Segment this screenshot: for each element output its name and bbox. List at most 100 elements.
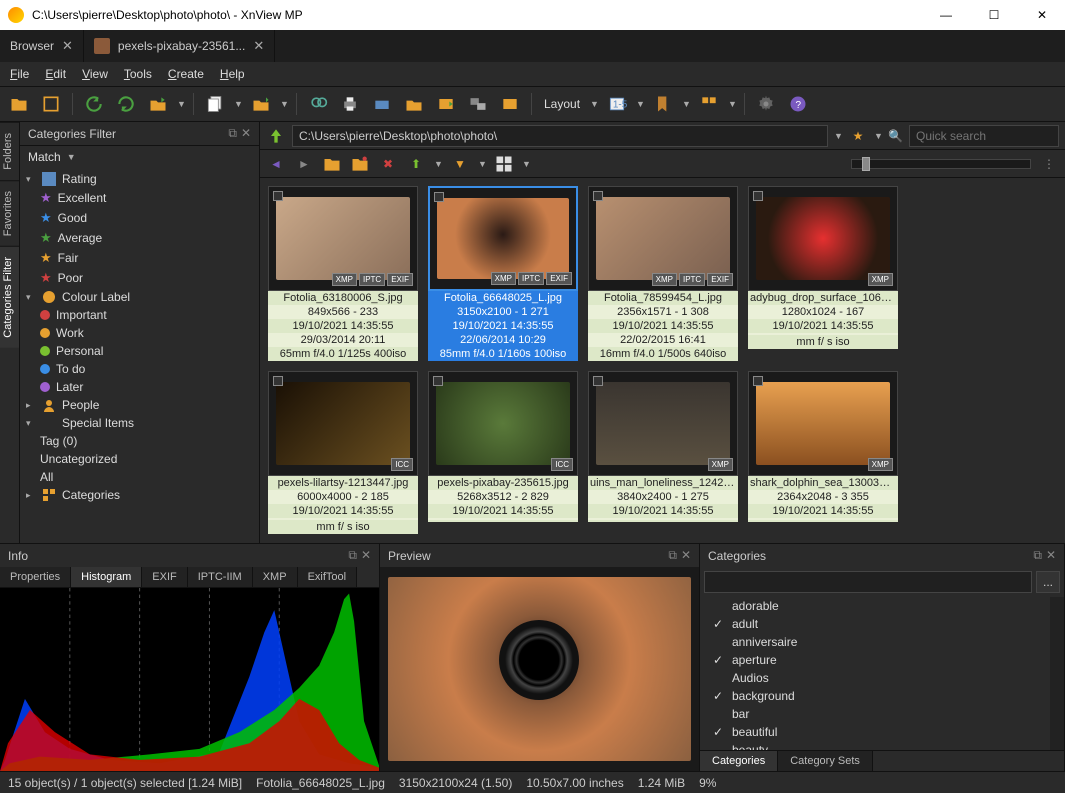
- tree-item[interactable]: Later: [20, 378, 259, 396]
- favorite-button[interactable]: ★: [848, 126, 868, 146]
- dropdown-icon[interactable]: ▼: [728, 99, 736, 109]
- tree-item[interactable]: Important: [20, 306, 259, 324]
- panel-undock-icon[interactable]: ⧉: [348, 548, 357, 563]
- panel-close-icon[interactable]: ✕: [241, 126, 251, 141]
- tree-item[interactable]: Work: [20, 324, 259, 342]
- scanner-button[interactable]: [369, 91, 395, 117]
- dropdown-icon[interactable]: ▼: [682, 99, 690, 109]
- tree-item[interactable]: ▾Colour Label: [20, 288, 259, 306]
- thumbnail-card[interactable]: XMPadybug_drop_surface_1062...1280x1024 …: [748, 186, 898, 361]
- info-tab-exif[interactable]: EXIF: [142, 567, 187, 587]
- menu-tools[interactable]: Tools: [124, 67, 152, 81]
- panel-close-icon[interactable]: ✕: [361, 548, 371, 563]
- checkbox[interactable]: [273, 376, 283, 386]
- tree-item[interactable]: ▾Rating: [20, 170, 259, 188]
- rotate-button[interactable]: [145, 91, 171, 117]
- tree-item[interactable]: Tag (0): [20, 432, 259, 450]
- path-input[interactable]: [292, 125, 828, 147]
- quick-search-input[interactable]: [909, 125, 1059, 147]
- batch-button[interactable]: [465, 91, 491, 117]
- delete-button[interactable]: ✖: [378, 154, 398, 174]
- close-button[interactable]: ✕: [1027, 8, 1057, 22]
- copy-button[interactable]: [202, 91, 228, 117]
- refresh-ccw-button[interactable]: [81, 91, 107, 117]
- dropdown-icon[interactable]: ▼: [234, 99, 242, 109]
- category-item[interactable]: ✓background: [700, 687, 1050, 705]
- close-icon[interactable]: ✕: [253, 38, 264, 54]
- options-button[interactable]: ⋮: [1039, 154, 1059, 174]
- tree-item[interactable]: ▾Special Items: [20, 414, 259, 432]
- dropdown-icon[interactable]: ▼: [636, 99, 644, 109]
- folder-button[interactable]: [322, 154, 342, 174]
- checkbox[interactable]: [273, 191, 283, 201]
- match-dropdown[interactable]: ▼: [67, 152, 75, 162]
- category-item[interactable]: ✓aperture: [700, 651, 1050, 669]
- info-tab-properties[interactable]: Properties: [0, 567, 71, 587]
- menu-edit[interactable]: Edit: [45, 67, 66, 81]
- up-folder-button[interactable]: ⬆: [406, 154, 426, 174]
- sidetab-folders[interactable]: Folders: [0, 122, 19, 180]
- category-item[interactable]: adorable: [700, 597, 1050, 615]
- thumbnail-card[interactable]: XMPIPTCEXIFFotolia_78599454_L.jpg2356x15…: [588, 186, 738, 361]
- menu-create[interactable]: Create: [168, 67, 204, 81]
- thumbnail-card[interactable]: XMPIPTCEXIFFotolia_63180006_S.jpg849x566…: [268, 186, 418, 361]
- sidetab-favorites[interactable]: Favorites: [0, 180, 19, 246]
- dropdown-icon[interactable]: ▼: [434, 159, 442, 169]
- checkbox[interactable]: ✓: [712, 689, 724, 703]
- copy-to-button[interactable]: [248, 91, 274, 117]
- dropdown-icon[interactable]: ▼: [280, 99, 288, 109]
- menu-view[interactable]: View: [82, 67, 108, 81]
- category-item[interactable]: beauty: [700, 741, 1050, 750]
- maximize-button[interactable]: ☐: [979, 8, 1009, 22]
- back-button[interactable]: ◄: [266, 154, 286, 174]
- expander-icon[interactable]: ▸: [26, 400, 36, 411]
- image-button[interactable]: [497, 91, 523, 117]
- tab-browser[interactable]: Browser ✕: [0, 30, 84, 62]
- category-search-more-button[interactable]: ...: [1036, 571, 1060, 593]
- dropdown-icon[interactable]: ▼: [177, 99, 185, 109]
- tree-item[interactable]: ★Poor: [20, 268, 259, 288]
- close-icon[interactable]: ✕: [62, 38, 73, 54]
- forward-button[interactable]: ►: [294, 154, 314, 174]
- info-tab-histogram[interactable]: Histogram: [71, 567, 142, 587]
- menu-file[interactable]: File: [10, 67, 29, 81]
- checkbox[interactable]: [593, 376, 603, 386]
- category-item[interactable]: bar: [700, 705, 1050, 723]
- info-tab-iptc-iim[interactable]: IPTC-IIM: [188, 567, 253, 587]
- scrollbar[interactable]: [1050, 597, 1064, 750]
- thumbnail-card[interactable]: ICCpexels-pixabay-235615.jpg5268x3512 - …: [428, 371, 578, 534]
- expander-icon[interactable]: ▾: [26, 418, 36, 429]
- menu-help[interactable]: Help: [220, 67, 245, 81]
- checkbox[interactable]: [433, 376, 443, 386]
- filter-button[interactable]: ▼: [450, 154, 470, 174]
- category-item[interactable]: Audios: [700, 669, 1050, 687]
- bookmark-button[interactable]: [650, 91, 676, 117]
- expander-icon[interactable]: ▸: [26, 490, 36, 501]
- thumbnail-card[interactable]: XMPIPTCEXIFFotolia_66648025_L.jpg3150x21…: [428, 186, 578, 361]
- dropdown-icon[interactable]: ▼: [590, 99, 598, 109]
- path-dropdown[interactable]: ▼: [834, 131, 842, 141]
- thumbnail-size-slider[interactable]: [538, 159, 1031, 169]
- tree-item[interactable]: ▸Categories: [20, 486, 259, 504]
- info-tab-xmp[interactable]: XMP: [253, 567, 298, 587]
- expander-icon[interactable]: ▾: [26, 292, 36, 303]
- convert-button[interactable]: [433, 91, 459, 117]
- tree-item[interactable]: Uncategorized: [20, 450, 259, 468]
- panel-undock-icon[interactable]: ⧉: [668, 548, 677, 563]
- dropdown-icon[interactable]: ▼: [478, 159, 486, 169]
- print-button[interactable]: [337, 91, 363, 117]
- tree-item[interactable]: All: [20, 468, 259, 486]
- tree-item[interactable]: To do: [20, 360, 259, 378]
- checkbox[interactable]: ✓: [712, 617, 724, 631]
- info-tab-exiftool[interactable]: ExifTool: [298, 567, 358, 587]
- settings-button[interactable]: [753, 91, 779, 117]
- checkbox[interactable]: ✓: [712, 725, 724, 739]
- panel-close-icon[interactable]: ✕: [681, 548, 691, 563]
- checkbox[interactable]: [593, 191, 603, 201]
- search-button[interactable]: [305, 91, 331, 117]
- panel-undock-icon[interactable]: ⧉: [1033, 548, 1042, 563]
- checkbox[interactable]: [753, 376, 763, 386]
- tree-item[interactable]: ★Average: [20, 228, 259, 248]
- tree-item[interactable]: ★Excellent: [20, 188, 259, 208]
- sort-button[interactable]: 1-5: [604, 91, 630, 117]
